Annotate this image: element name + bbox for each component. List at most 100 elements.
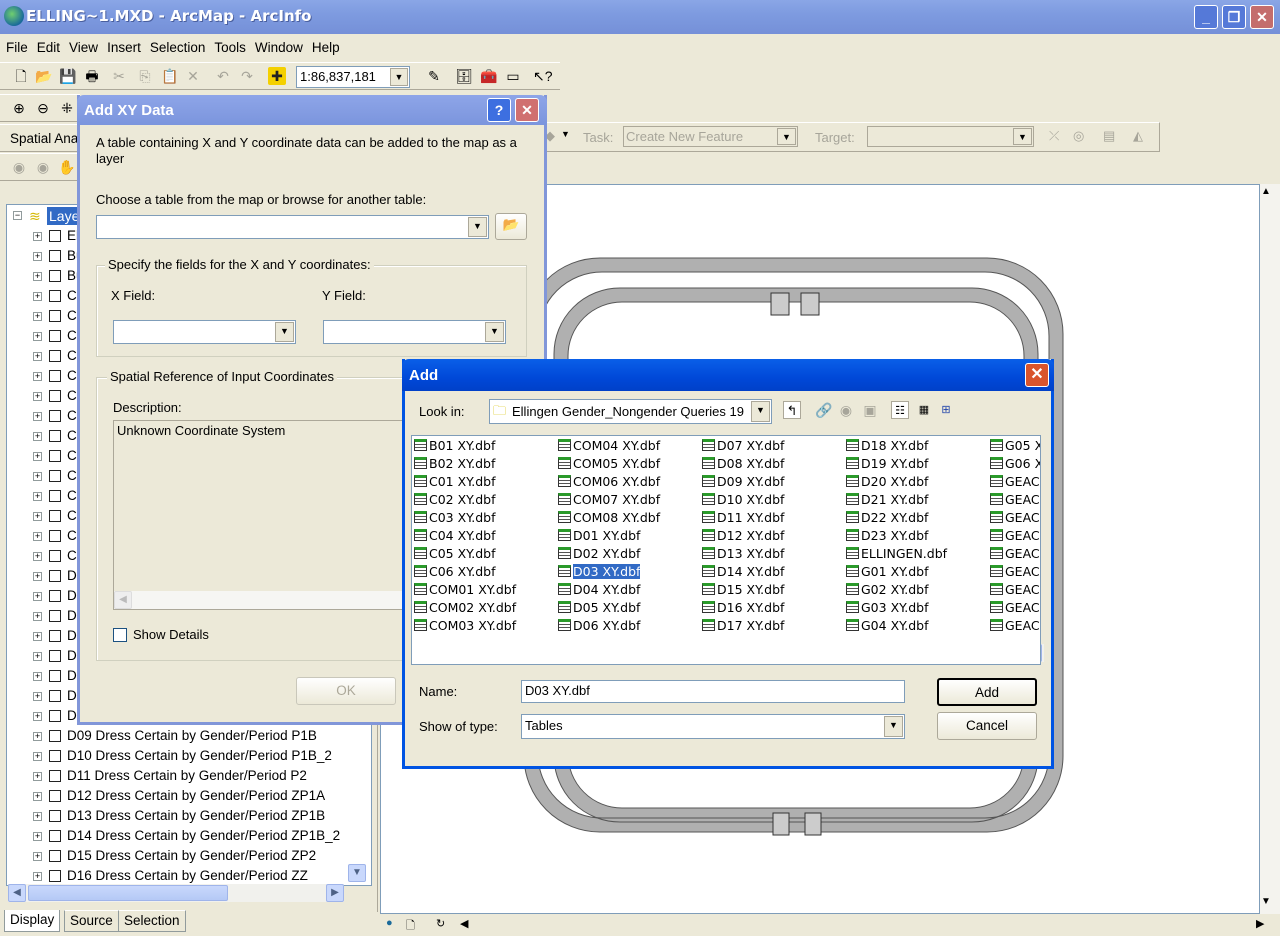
file-item[interactable]: D23 XY.dbf <box>846 528 928 546</box>
tab-source[interactable]: Source <box>64 910 119 932</box>
layer-visibility-checkbox[interactable] <box>49 450 61 462</box>
cut-icon[interactable]: ✂ <box>110 67 128 85</box>
scroll-thumb[interactable] <box>28 885 228 901</box>
layer-visibility-checkbox[interactable] <box>49 610 61 622</box>
expand-icon[interactable]: + <box>33 772 42 781</box>
close-button[interactable]: ✕ <box>1250 5 1274 29</box>
chevron-down-icon[interactable]: ▼ <box>751 401 770 422</box>
layer-visibility-checkbox[interactable] <box>49 530 61 542</box>
expand-icon[interactable]: + <box>33 832 42 841</box>
file-item[interactable]: C04 XY.dbf <box>414 528 496 546</box>
expand-icon[interactable]: + <box>33 872 42 881</box>
scroll-right-icon[interactable]: ▶ <box>1256 917 1264 930</box>
file-item[interactable]: D09 XY.dbf <box>702 474 784 492</box>
menu-selection[interactable]: Selection <box>144 36 209 55</box>
fixed-zoom-in-icon[interactable]: ⁜ <box>58 99 76 117</box>
attributes-icon[interactable]: ▤ <box>1103 128 1115 144</box>
table-select[interactable]: ▼ <box>96 215 489 239</box>
layer-visibility-checkbox[interactable] <box>49 790 61 802</box>
expand-icon[interactable]: + <box>33 692 42 701</box>
help-button[interactable]: ? <box>487 98 511 122</box>
file-item[interactable]: D04 XY.dbf <box>558 582 640 600</box>
file-item[interactable]: GEAC <box>990 618 1040 636</box>
file-item[interactable]: GEAC <box>990 546 1040 564</box>
connect-folder-icon[interactable]: 🔗 <box>815 401 833 419</box>
layer-visibility-checkbox[interactable] <box>49 430 61 442</box>
layer-visibility-checkbox[interactable] <box>49 510 61 522</box>
menu-insert[interactable]: Insert <box>101 36 144 55</box>
expand-icon[interactable]: + <box>33 332 42 341</box>
layer-visibility-checkbox[interactable] <box>49 730 61 742</box>
file-item[interactable]: D07 XY.dbf <box>702 438 784 456</box>
print-icon[interactable]: 🖶 <box>83 67 101 85</box>
file-item[interactable]: D20 XY.dbf <box>846 474 928 492</box>
expand-icon[interactable]: + <box>33 412 42 421</box>
file-item[interactable]: D22 XY.dbf <box>846 510 928 528</box>
expand-icon[interactable]: + <box>33 292 42 301</box>
file-item[interactable]: G06 X <box>990 456 1040 474</box>
layer-visibility-checkbox[interactable] <box>49 770 61 782</box>
file-item[interactable]: D17 XY.dbf <box>702 618 784 636</box>
file-item[interactable]: G01 XY.dbf <box>846 564 928 582</box>
refresh-icon[interactable]: ↻ <box>436 917 445 930</box>
expand-icon[interactable]: + <box>33 592 42 601</box>
layer-visibility-checkbox[interactable] <box>49 410 61 422</box>
file-item[interactable]: G02 XY.dbf <box>846 582 928 600</box>
expand-icon[interactable]: + <box>33 752 42 761</box>
map-vertical-scrollbar[interactable]: ▲ ▼ <box>1260 184 1280 914</box>
menu-view[interactable]: View <box>63 36 101 55</box>
expand-icon[interactable]: + <box>33 532 42 541</box>
cancel-button[interactable]: Cancel <box>937 712 1037 740</box>
file-item[interactable]: COM07 XY.dbf <box>558 492 660 510</box>
file-item[interactable]: D18 XY.dbf <box>846 438 928 456</box>
layout-view-icon[interactable]: 🗋 <box>406 917 415 936</box>
task-select[interactable]: Create New Feature ▼ <box>623 126 798 147</box>
expand-icon[interactable]: + <box>33 272 42 281</box>
spatial-analyst-menu[interactable]: Spatial Ana <box>10 131 78 146</box>
file-item[interactable]: D19 XY.dbf <box>846 456 928 474</box>
layer-row[interactable]: + D15 Dress Certain by Gender/Period ZP2 <box>7 847 371 867</box>
redo-icon[interactable]: ↷ <box>238 67 256 85</box>
expand-icon[interactable]: + <box>33 312 42 321</box>
file-item[interactable]: D12 XY.dbf <box>702 528 784 546</box>
expand-icon[interactable]: + <box>33 492 42 501</box>
chevron-down-icon[interactable]: ▼ <box>561 129 570 139</box>
scroll-left-icon[interactable]: ◀ <box>460 917 468 930</box>
expand-icon[interactable]: + <box>33 472 42 481</box>
tab-display[interactable]: Display <box>4 910 61 932</box>
layer-visibility-checkbox[interactable] <box>49 670 61 682</box>
file-item[interactable]: D03 XY.dbf <box>558 563 642 582</box>
command-line-icon[interactable]: ▭ <box>504 67 522 85</box>
file-item[interactable]: D01 XY.dbf <box>558 528 640 546</box>
undo-icon[interactable]: ↶ <box>214 67 232 85</box>
rotate-icon[interactable]: ◎ <box>1073 128 1084 144</box>
layer-visibility-checkbox[interactable] <box>49 330 61 342</box>
expand-icon[interactable]: + <box>33 252 42 261</box>
file-item[interactable]: GEAC <box>990 600 1040 618</box>
show-details-checkbox[interactable] <box>113 628 127 642</box>
expand-icon[interactable]: + <box>33 352 42 361</box>
layer-visibility-checkbox[interactable] <box>49 630 61 642</box>
layer-visibility-checkbox[interactable] <box>49 230 61 242</box>
scroll-down-icon[interactable]: ▼ <box>1261 896 1271 907</box>
zoom-out-icon[interactable]: ⊖ <box>34 99 52 117</box>
save-icon[interactable]: 💾 <box>59 67 77 85</box>
x-field-select[interactable]: ▼ <box>113 320 296 344</box>
file-item[interactable]: GEAC <box>990 528 1040 546</box>
file-item[interactable]: GEAC <box>990 582 1040 600</box>
file-item[interactable]: D15 XY.dbf <box>702 582 784 600</box>
layer-visibility-checkbox[interactable] <box>49 250 61 262</box>
scroll-down-icon[interactable]: ▼ <box>348 864 366 882</box>
layer-visibility-checkbox[interactable] <box>49 490 61 502</box>
file-item[interactable]: G04 XY.dbf <box>846 618 928 636</box>
file-item[interactable]: GEAC <box>990 492 1040 510</box>
file-item[interactable]: GEAC <box>990 510 1040 528</box>
chevron-down-icon[interactable]: ▼ <box>1013 128 1032 145</box>
layer-visibility-checkbox[interactable] <box>49 310 61 322</box>
scroll-left-icon[interactable]: ◀ <box>114 591 132 609</box>
ok-button[interactable]: OK <box>296 677 396 705</box>
name-input[interactable]: D03 XY.dbf <box>521 680 905 703</box>
file-item[interactable]: D16 XY.dbf <box>702 600 784 618</box>
file-item[interactable]: D13 XY.dbf <box>702 546 784 564</box>
expand-icon[interactable]: + <box>33 852 42 861</box>
